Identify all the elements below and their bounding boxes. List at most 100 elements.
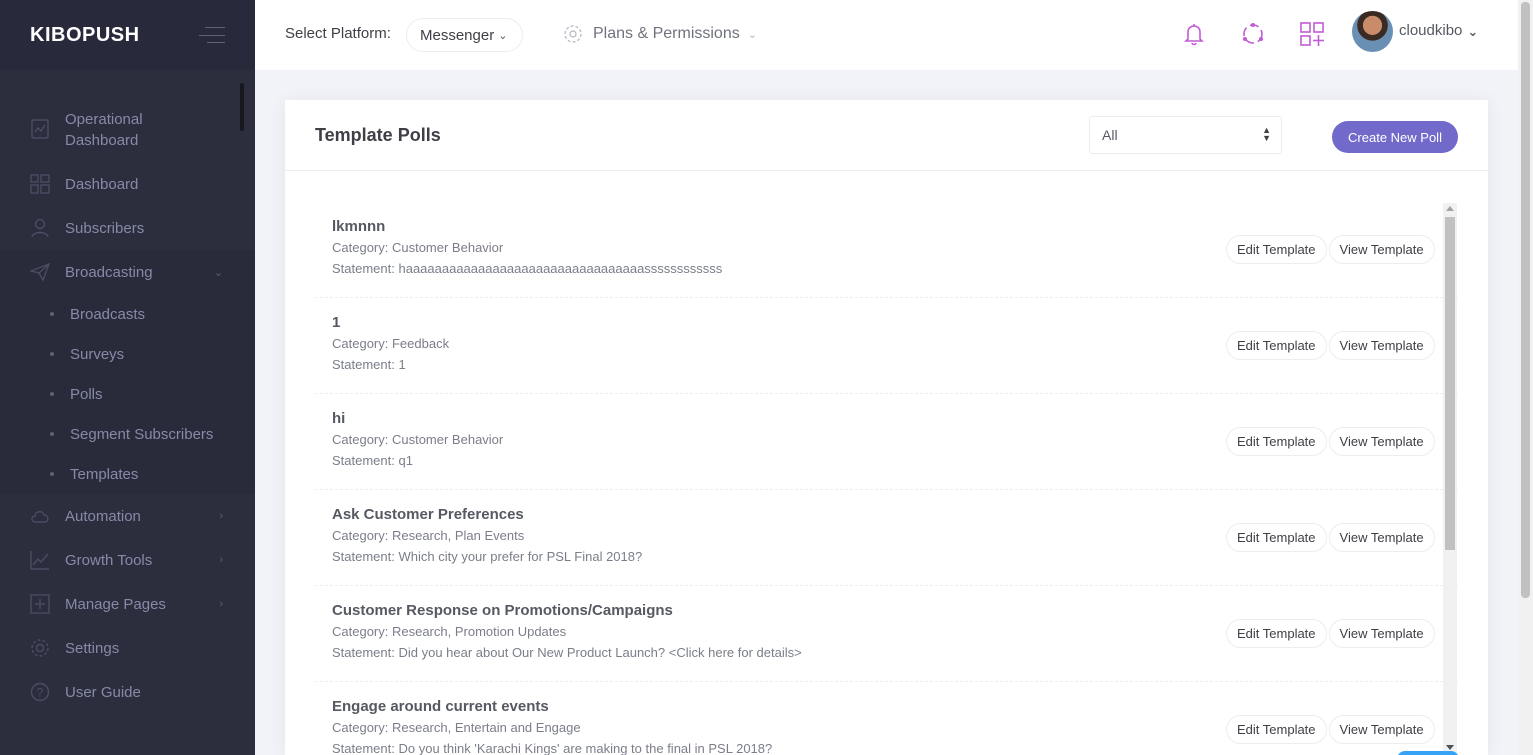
dashboard-icon	[30, 119, 50, 139]
sidebar-subitem-label: Polls	[70, 385, 103, 403]
brand-logo[interactable]: KIBOPUSH	[30, 24, 140, 47]
poll-actions: Edit Template View Template	[1226, 331, 1435, 360]
chevron-right-icon: ›	[219, 554, 223, 566]
edit-template-button[interactable]: Edit Template	[1226, 523, 1327, 552]
sidebar-subitem-segment-subscribers[interactable]: Segment Subscribers	[0, 414, 255, 454]
sidebar-item-label: Subscribers	[65, 219, 145, 237]
list-item: lkmnnn Category: Customer Behavior State…	[315, 202, 1458, 298]
create-new-poll-button[interactable]: Create New Poll	[1332, 121, 1458, 153]
sidebar-item-subscribers[interactable]: Subscribers	[0, 206, 255, 250]
add-page-icon	[30, 594, 50, 614]
page-scrollbar[interactable]	[1518, 0, 1533, 755]
sidebar-subitem-surveys[interactable]: Surveys	[0, 334, 255, 374]
paper-plane-icon	[30, 262, 50, 282]
view-template-button[interactable]: View Template	[1328, 235, 1435, 264]
chevron-right-icon: ›	[219, 510, 223, 522]
bullet-icon	[50, 352, 54, 356]
view-template-button[interactable]: View Template	[1328, 331, 1435, 360]
line-chart-icon	[30, 550, 50, 570]
chevron-down-icon: ⌄	[498, 29, 508, 42]
edit-template-button[interactable]: Edit Template	[1226, 427, 1327, 456]
user-menu[interactable]: cloudkibo ⌄	[1352, 11, 1478, 52]
poll-title: 1	[332, 314, 341, 331]
sidebar-item-broadcasting[interactable]: Broadcasting ⌄	[0, 250, 255, 294]
sidebar-subitem-label: Surveys	[70, 345, 125, 363]
list-item: 1 Category: Feedback Statement: 1 Edit T…	[315, 298, 1458, 394]
apps-icon[interactable]	[1299, 21, 1325, 47]
gear-icon	[563, 24, 583, 44]
broadcasting-submenu: Broadcasts Surveys Polls Segment Subscri…	[0, 294, 255, 494]
poll-title: lkmnnn	[332, 218, 386, 235]
view-template-button[interactable]: View Template	[1328, 523, 1435, 552]
sidebar-item-label: Automation	[65, 507, 141, 525]
sidebar-item-manage-pages[interactable]: Manage Pages ›	[0, 582, 255, 626]
view-template-button[interactable]: View Template	[1328, 619, 1435, 648]
username: cloudkibo	[1399, 22, 1463, 39]
top-header: Select Platform: Messenger ⌄ Plans & Per…	[255, 0, 1518, 70]
plans-permissions-dropdown[interactable]: Plans & Permissions ⌄	[563, 24, 757, 44]
sidebar-subitem-polls[interactable]: Polls	[0, 374, 255, 414]
bell-icon[interactable]	[1181, 21, 1207, 47]
edit-template-button[interactable]: Edit Template	[1226, 331, 1327, 360]
platform-label: Select Platform:	[285, 25, 391, 42]
sidebar-item-label: Growth Tools	[65, 551, 153, 569]
bullet-icon	[50, 312, 54, 316]
partially-hidden-button[interactable]	[1397, 751, 1459, 755]
chevron-down-icon: ⌄	[1467, 23, 1479, 39]
edit-template-button[interactable]: Edit Template	[1226, 235, 1327, 264]
view-template-button[interactable]: View Template	[1328, 427, 1435, 456]
sidebar-item-label: Broadcasting	[65, 263, 153, 281]
poll-title: Engage around current events	[332, 698, 549, 715]
view-template-button[interactable]: View Template	[1328, 715, 1435, 744]
poll-actions: Edit Template View Template	[1226, 619, 1435, 648]
grid-icon	[30, 174, 50, 194]
sidebar-item-label: Dashboard	[65, 175, 139, 193]
sidebar-subitem-label: Templates	[70, 465, 139, 483]
sidebar-item-label: Manage Pages	[65, 595, 166, 613]
question-icon: ?	[30, 682, 50, 702]
svg-text:?: ?	[37, 686, 44, 700]
gear-icon	[30, 638, 50, 658]
bullet-icon	[50, 432, 54, 436]
sidebar-item-operational-dashboard[interactable]: Operational Dashboard	[0, 98, 255, 162]
edit-template-button[interactable]: Edit Template	[1226, 619, 1327, 648]
sidebar-item-growth-tools[interactable]: Growth Tools ›	[0, 538, 255, 582]
poll-actions: Edit Template View Template	[1226, 523, 1435, 552]
poll-actions: Edit Template View Template	[1226, 235, 1435, 264]
sidebar-item-label: User Guide	[65, 683, 141, 701]
chevron-right-icon: ›	[219, 598, 223, 610]
avatar	[1352, 11, 1393, 52]
brand-bar: KIBOPUSH	[0, 0, 255, 70]
sidebar-item-user-guide[interactable]: ? User Guide	[0, 670, 255, 714]
sidebar-item-dashboard[interactable]: Dashboard	[0, 162, 255, 206]
edit-template-button[interactable]: Edit Template	[1226, 715, 1327, 744]
template-polls-panel: Template Polls All ▲ ▼ Create New Poll lk…	[285, 100, 1488, 755]
sidebar: KIBOPUSH Operational Dashboard Dashboard…	[0, 0, 255, 755]
scroll-up-arrow-icon[interactable]	[1446, 206, 1454, 211]
hamburger-menu-icon[interactable]	[199, 27, 225, 43]
list-item: Ask Customer Preferences Category: Resea…	[315, 490, 1458, 586]
page-title: Template Polls	[315, 125, 441, 145]
chevron-down-icon: ⌄	[213, 266, 223, 279]
sidebar-subitem-templates[interactable]: Templates	[0, 454, 255, 494]
category-filter-select[interactable]: All ▲ ▼	[1089, 116, 1282, 154]
poll-actions: Edit Template View Template	[1226, 427, 1435, 456]
page-scrollbar-thumb[interactable]	[1521, 2, 1530, 598]
select-arrows-icon: ▲ ▼	[1262, 125, 1271, 143]
network-icon[interactable]	[1240, 21, 1266, 47]
sidebar-item-automation[interactable]: Automation ›	[0, 494, 255, 538]
list-item: Customer Response on Promotions/Campaign…	[315, 586, 1458, 682]
scroll-down-arrow-icon[interactable]	[1446, 745, 1454, 750]
poll-title: Ask Customer Preferences	[332, 506, 524, 523]
sidebar-item-settings[interactable]: Settings	[0, 626, 255, 670]
sidebar-item-label: Dashboard	[65, 132, 139, 149]
platform-select[interactable]: Messenger ⌄	[406, 18, 523, 52]
list-item: hi Category: Customer Behavior Statement…	[315, 394, 1458, 490]
list-item: Engage around current events Category: R…	[315, 682, 1458, 755]
sidebar-subitem-broadcasts[interactable]: Broadcasts	[0, 294, 255, 334]
filter-select-value: All	[1102, 127, 1118, 143]
list-scrollbar-thumb[interactable]	[1445, 217, 1455, 550]
plans-label: Plans & Permissions	[593, 25, 740, 42]
list-scrollbar[interactable]	[1443, 203, 1457, 755]
panel-header: Template Polls All ▲ ▼ Create New Poll	[285, 100, 1488, 171]
